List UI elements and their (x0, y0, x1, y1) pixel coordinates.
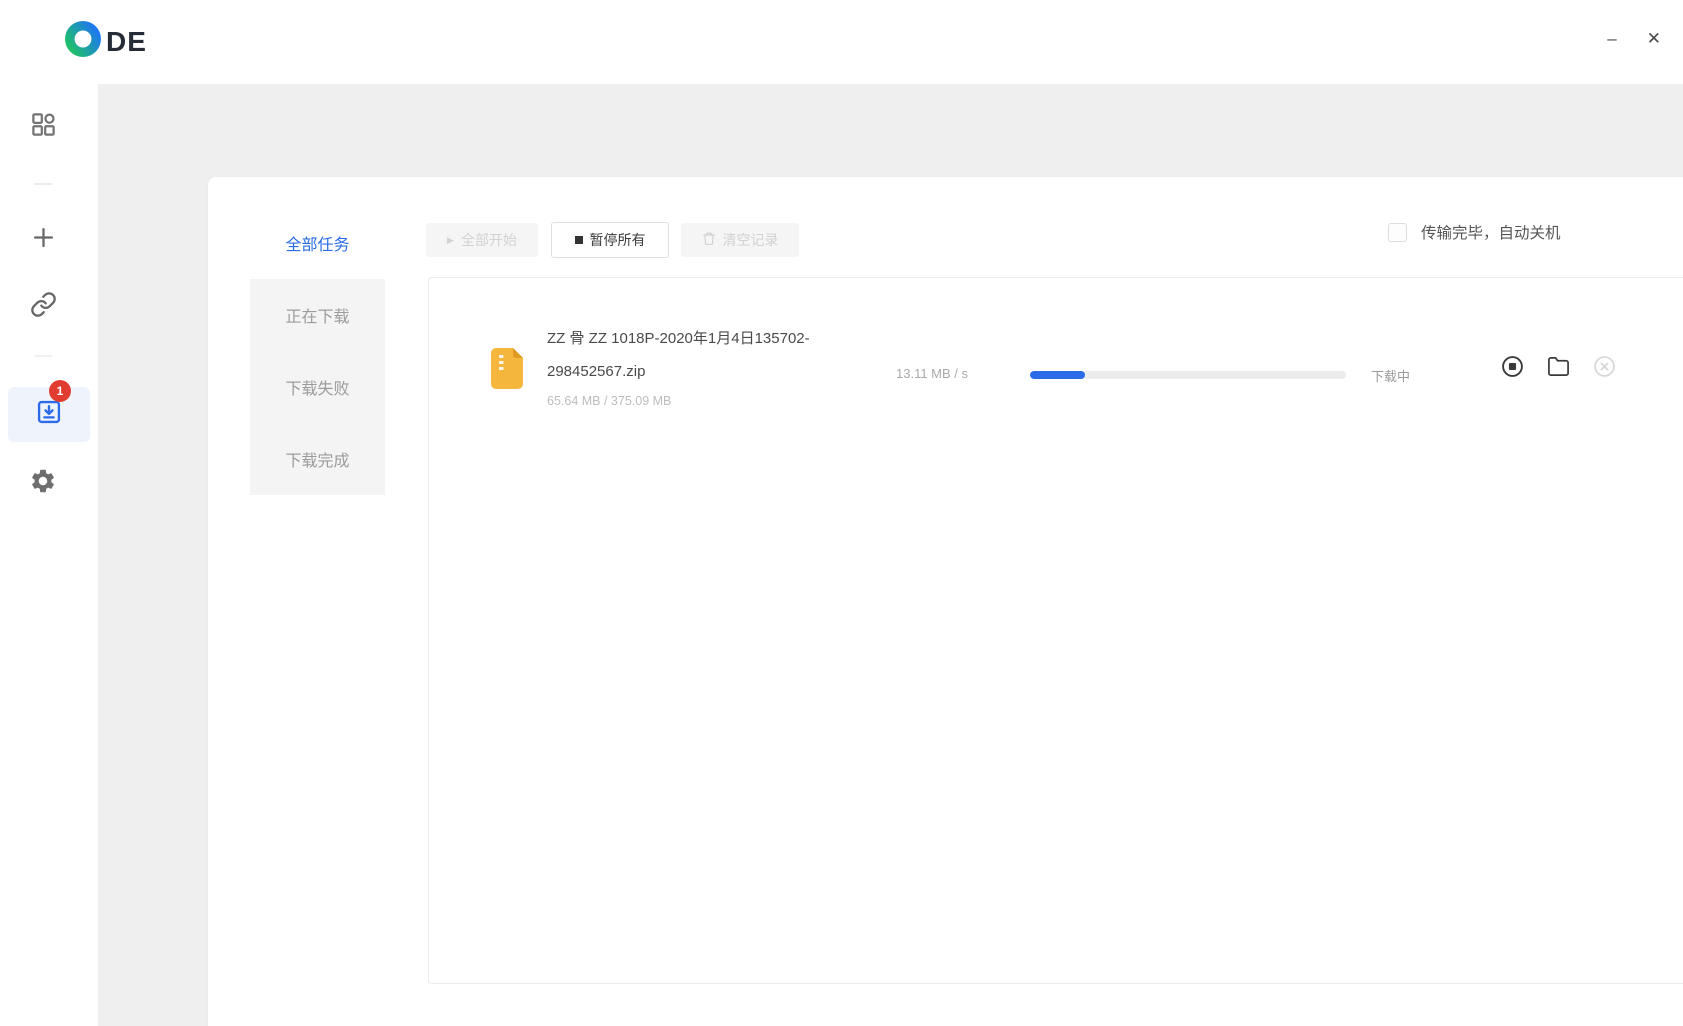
close-button[interactable]: ✕ (1647, 24, 1661, 54)
main-panel: 全部任务 正在下载 下载失败 下载完成 ▶ 全部开始 暂停所有 清空记录 (208, 177, 1683, 1026)
link-icon[interactable] (29, 290, 57, 318)
download-actions (1501, 355, 1616, 378)
tab-downloading[interactable]: 正在下载 (250, 279, 385, 351)
tab-all-tasks[interactable]: 全部任务 (250, 211, 385, 275)
app-logo: DE (64, 20, 147, 63)
tab-group: 正在下载 下载失败 下载完成 (250, 279, 385, 495)
shutdown-option: 传输完毕，自动关机 (1388, 221, 1561, 243)
sidebar: 1 (0, 84, 98, 1026)
settings-icon[interactable] (29, 467, 57, 495)
download-speed: 13.11 MB / s (896, 366, 968, 381)
start-all-label: 全部开始 (461, 230, 517, 250)
download-list: ZZ 骨 ZZ 1018P-2020年1月4日135702- 298452567… (428, 277, 1683, 984)
pause-all-label: 暂停所有 (590, 230, 646, 250)
pause-all-button[interactable]: 暂停所有 (551, 222, 669, 258)
zip-file-icon (491, 348, 523, 394)
clear-records-button[interactable]: 清空记录 (681, 223, 799, 257)
apps-grid-icon[interactable] (29, 110, 57, 138)
downloads-icon (35, 398, 63, 431)
tab-failed[interactable]: 下载失败 (250, 351, 385, 423)
progress-fill (1030, 371, 1085, 379)
trash-icon (702, 231, 716, 249)
window-controls: – ✕ (1607, 24, 1661, 54)
pause-square-icon (575, 236, 583, 244)
stop-icon[interactable] (1501, 355, 1524, 378)
minimize-button[interactable]: – (1607, 24, 1616, 54)
filename-line1: ZZ 骨 ZZ 1018P-2020年1月4日135702- (547, 322, 877, 355)
open-folder-icon[interactable] (1547, 355, 1570, 378)
shutdown-checkbox[interactable] (1388, 223, 1407, 242)
filename-line2: 298452567.zip (547, 355, 877, 388)
download-size: 65.64 MB / 375.09 MB (547, 394, 671, 408)
tab-completed[interactable]: 下载完成 (250, 423, 385, 495)
download-status: 下载中 (1371, 366, 1410, 385)
shutdown-label: 传输完毕，自动关机 (1421, 221, 1561, 243)
play-icon: ▶ (447, 235, 454, 246)
logo-text: DE (106, 26, 147, 58)
main-background: 全部任务 正在下载 下载失败 下载完成 ▶ 全部开始 暂停所有 清空记录 (98, 84, 1683, 1026)
start-all-button[interactable]: ▶ 全部开始 (426, 223, 538, 257)
sidebar-divider (34, 355, 52, 357)
clear-records-label: 清空记录 (723, 230, 779, 250)
topbar: DE – ✕ (0, 0, 1683, 84)
download-filename[interactable]: ZZ 骨 ZZ 1018P-2020年1月4日135702- 298452567… (547, 322, 877, 388)
downloads-badge: 1 (49, 380, 71, 402)
progress-bar (1030, 371, 1346, 379)
logo-ring-icon (64, 20, 102, 63)
add-task-icon[interactable] (29, 223, 57, 251)
delete-icon[interactable] (1593, 355, 1616, 378)
sidebar-divider (34, 183, 52, 185)
sidebar-item-downloads[interactable]: 1 (8, 387, 90, 442)
